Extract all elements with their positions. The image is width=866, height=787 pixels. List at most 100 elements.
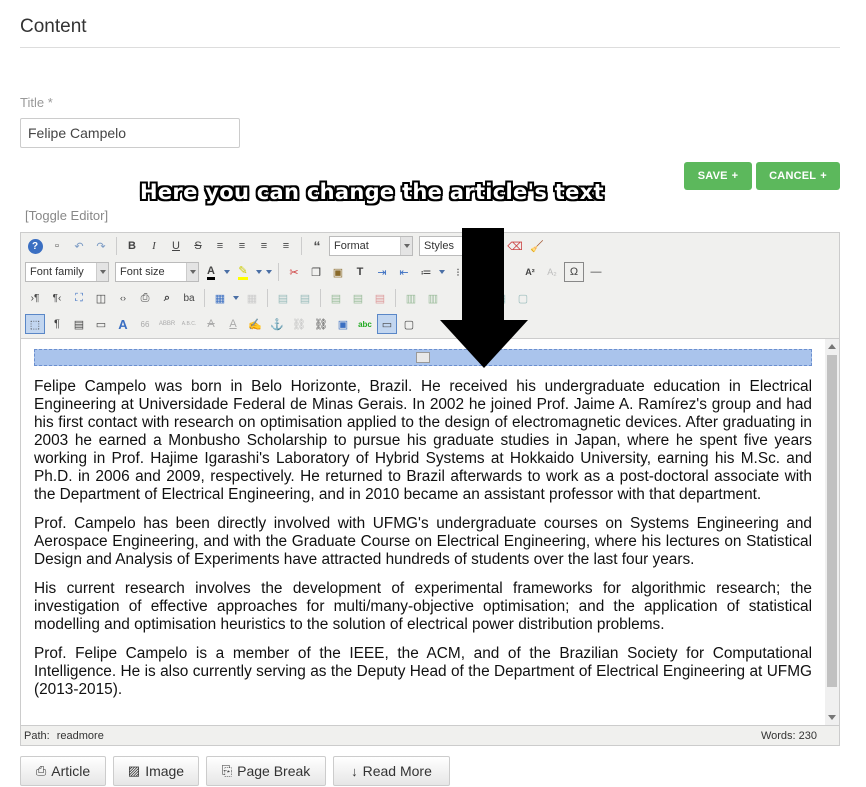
table-icon[interactable]: ▦: [210, 288, 230, 308]
ordered-list-dropdown[interactable]: [438, 262, 446, 282]
ins-icon[interactable]: A: [223, 314, 243, 334]
scroll-thumb[interactable]: [827, 355, 837, 687]
insert-image-button[interactable]: ▨ Image: [113, 756, 199, 786]
underline-icon[interactable]: U: [166, 236, 186, 256]
font-size-select[interactable]: Font size: [115, 262, 199, 282]
annotation-arrow-icon: [440, 320, 528, 368]
image-upload-icon[interactable]: ▭: [91, 314, 111, 334]
template-icon[interactable]: ▤: [69, 314, 89, 334]
table-delete-icon[interactable]: ▦: [242, 288, 262, 308]
omega-icon[interactable]: Ω: [564, 262, 584, 282]
toggle-editor-link[interactable]: [Toggle Editor]: [25, 208, 108, 223]
abbr-icon[interactable]: ABBR: [157, 314, 177, 334]
find-icon[interactable]: ⌕: [157, 288, 177, 308]
cleanup-icon[interactable]: 🧹: [527, 236, 547, 256]
horizontal-rule-icon[interactable]: —: [586, 262, 606, 282]
indent-icon[interactable]: ⇥: [372, 262, 392, 282]
save-button[interactable]: SAVE +: [684, 162, 752, 190]
undo-icon[interactable]: ↶: [69, 236, 89, 256]
code-icon[interactable]: ‹›: [113, 288, 133, 308]
image-icon: ▨: [127, 763, 141, 778]
anchor-icon[interactable]: ⚓: [267, 314, 287, 334]
subscript-icon[interactable]: A₂: [542, 262, 562, 282]
table-row-props-icon[interactable]: ▤: [273, 288, 293, 308]
highlight-icon[interactable]: ✎: [233, 262, 253, 282]
save-button-label: SAVE: [697, 170, 728, 182]
visual-aid-icon[interactable]: ⬚: [25, 314, 45, 334]
insert-row-after-icon[interactable]: ▤: [348, 288, 368, 308]
acronym-icon[interactable]: A.B.C.: [179, 314, 199, 334]
scroll-down-icon[interactable]: [828, 715, 836, 720]
strikethrough-icon[interactable]: S: [188, 236, 208, 256]
insert-col-before-icon[interactable]: ▥: [401, 288, 421, 308]
eraser-icon[interactable]: ⌫: [505, 236, 525, 256]
font-color-dropdown[interactable]: [223, 262, 231, 282]
paragraph: His current research involves the develo…: [34, 580, 812, 633]
show-blocks-icon[interactable]: ¶: [47, 314, 67, 334]
insert-article-button[interactable]: ⎙ Article: [20, 756, 106, 786]
font-family-select[interactable]: Font family: [25, 262, 109, 282]
copy-icon[interactable]: ❐: [306, 262, 326, 282]
attributes-icon[interactable]: ✍: [245, 314, 265, 334]
toolbar-separator: [320, 289, 321, 307]
format-select[interactable]: Format: [329, 236, 413, 256]
print-icon[interactable]: ⎙: [135, 288, 155, 308]
merge-cells-icon[interactable]: ▢: [513, 288, 533, 308]
annotation-caption: Here you can change the article's text: [140, 180, 604, 204]
paste-text-icon[interactable]: T: [350, 262, 370, 282]
editor-statusbar: Path: readmore Words: 230: [21, 725, 839, 745]
paragraph: Prof. Campelo has been directly involved…: [34, 515, 812, 568]
fullscreen-icon[interactable]: ⛶: [69, 288, 89, 308]
page-break-icon: ⎘: [221, 763, 233, 778]
unlink-icon[interactable]: ⛓: [289, 314, 309, 334]
table-dropdown[interactable]: [232, 288, 240, 308]
editor-content[interactable]: Felipe Campelo was born in Belo Horizont…: [21, 339, 825, 725]
toolbar-separator: [204, 289, 205, 307]
highlight-dropdown[interactable]: [255, 262, 263, 282]
cite-icon[interactable]: 66: [135, 314, 155, 334]
spellcheck-icon[interactable]: abc: [355, 314, 375, 334]
pagebreak-icon[interactable]: ▭: [377, 314, 397, 334]
paste-icon[interactable]: ▣: [328, 262, 348, 282]
align-left-icon[interactable]: ≡: [254, 236, 274, 256]
style-dropdown[interactable]: [265, 262, 273, 282]
insert-row-before-icon[interactable]: ▤: [326, 288, 346, 308]
help-icon[interactable]: ?: [25, 236, 45, 256]
table-cell-props-icon[interactable]: ▤: [295, 288, 315, 308]
paragraph: Prof. Felipe Campelo is a member of the …: [34, 645, 812, 698]
ordered-list-icon[interactable]: ≔: [416, 262, 436, 282]
outdent-icon[interactable]: ⇤: [394, 262, 414, 282]
cancel-button[interactable]: CANCEL +: [756, 162, 840, 190]
font-color-icon[interactable]: A: [201, 262, 221, 282]
delete-row-icon[interactable]: ▤: [370, 288, 390, 308]
italic-icon[interactable]: I: [144, 236, 164, 256]
image-icon[interactable]: ▣: [333, 314, 353, 334]
rtl-icon[interactable]: ¶‹: [47, 288, 67, 308]
scroll-up-icon[interactable]: [828, 344, 836, 349]
ltr-icon[interactable]: ›¶: [25, 288, 45, 308]
align-justify-icon[interactable]: ≡: [210, 236, 230, 256]
readmore-separator[interactable]: [34, 349, 812, 366]
layer-icon[interactable]: ▢: [399, 314, 419, 334]
plus-icon: +: [820, 170, 827, 182]
insert-col-after-icon[interactable]: ▥: [423, 288, 443, 308]
replace-icon[interactable]: ba: [179, 288, 199, 308]
preview-icon[interactable]: ◫: [91, 288, 111, 308]
insert-page-break-button[interactable]: ⎘ Page Break: [206, 756, 326, 786]
redo-icon[interactable]: ↷: [91, 236, 111, 256]
title-input[interactable]: [20, 118, 240, 148]
align-right-icon[interactable]: ≡: [276, 236, 296, 256]
path-readmore-link[interactable]: readmore: [57, 730, 104, 742]
del-icon[interactable]: A: [201, 314, 221, 334]
article-icon: ⎙: [35, 763, 47, 778]
insert-read-more-button[interactable]: ↓ Read More: [333, 756, 450, 786]
new-document-icon[interactable]: ▫: [47, 236, 67, 256]
editor-scrollbar[interactable]: [825, 339, 839, 725]
align-center-icon[interactable]: ≡: [232, 236, 252, 256]
blockquote-icon[interactable]: “: [307, 236, 327, 256]
bold-icon[interactable]: B: [122, 236, 142, 256]
link-icon[interactable]: ⛓: [311, 314, 331, 334]
superscript-icon[interactable]: A²: [520, 262, 540, 282]
cut-icon[interactable]: ✂: [284, 262, 304, 282]
styles-text-icon[interactable]: A: [113, 314, 133, 334]
